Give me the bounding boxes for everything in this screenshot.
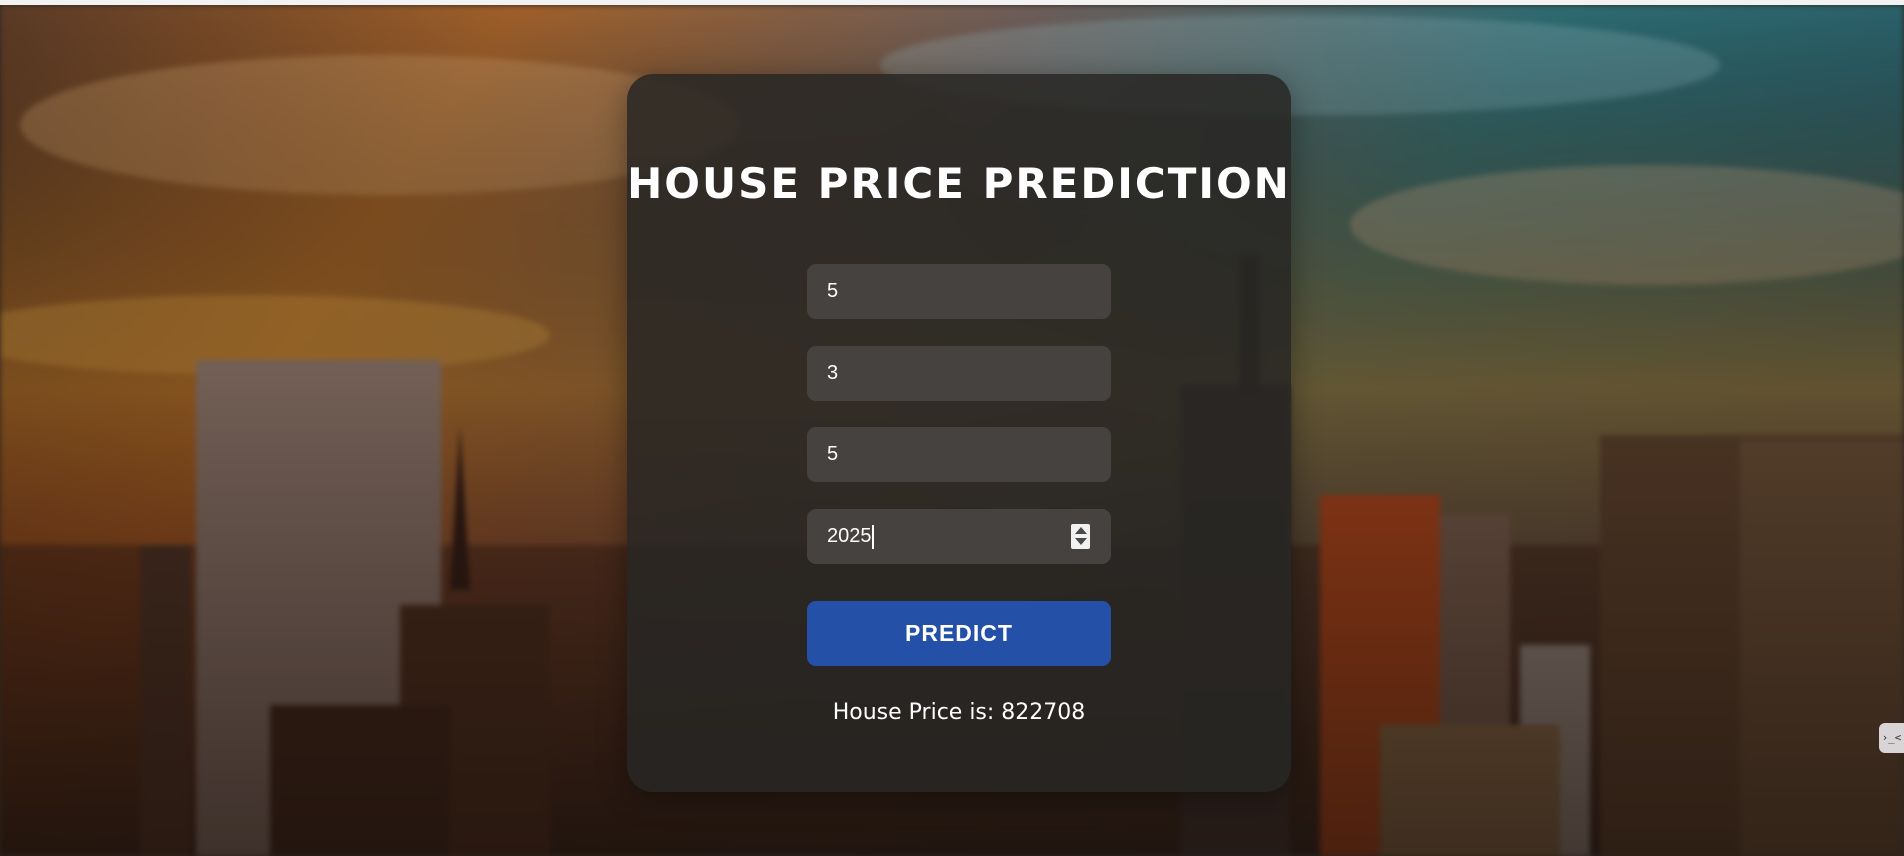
input-field-1[interactable]	[807, 264, 1111, 319]
spinner-up-icon[interactable]	[1075, 527, 1087, 534]
year-number-input[interactable]	[807, 509, 1111, 564]
predict-button[interactable]: PREDICT	[807, 601, 1111, 666]
page: HOUSE PRICE PREDICTION PREDICT House Pri…	[0, 0, 1904, 856]
prediction-card: HOUSE PRICE PREDICTION PREDICT House Pri…	[627, 74, 1291, 792]
spinner-down-icon[interactable]	[1075, 538, 1087, 545]
text-cursor	[872, 525, 874, 549]
prediction-result: House Price is: 822708	[832, 700, 1086, 725]
input-field-2[interactable]	[807, 346, 1111, 401]
input-field-3[interactable]	[807, 427, 1111, 482]
number-spinner[interactable]	[1071, 524, 1090, 549]
page-title: HOUSE PRICE PREDICTION	[627, 159, 1291, 208]
terminal-icon[interactable]: ›_<	[1879, 723, 1904, 753]
